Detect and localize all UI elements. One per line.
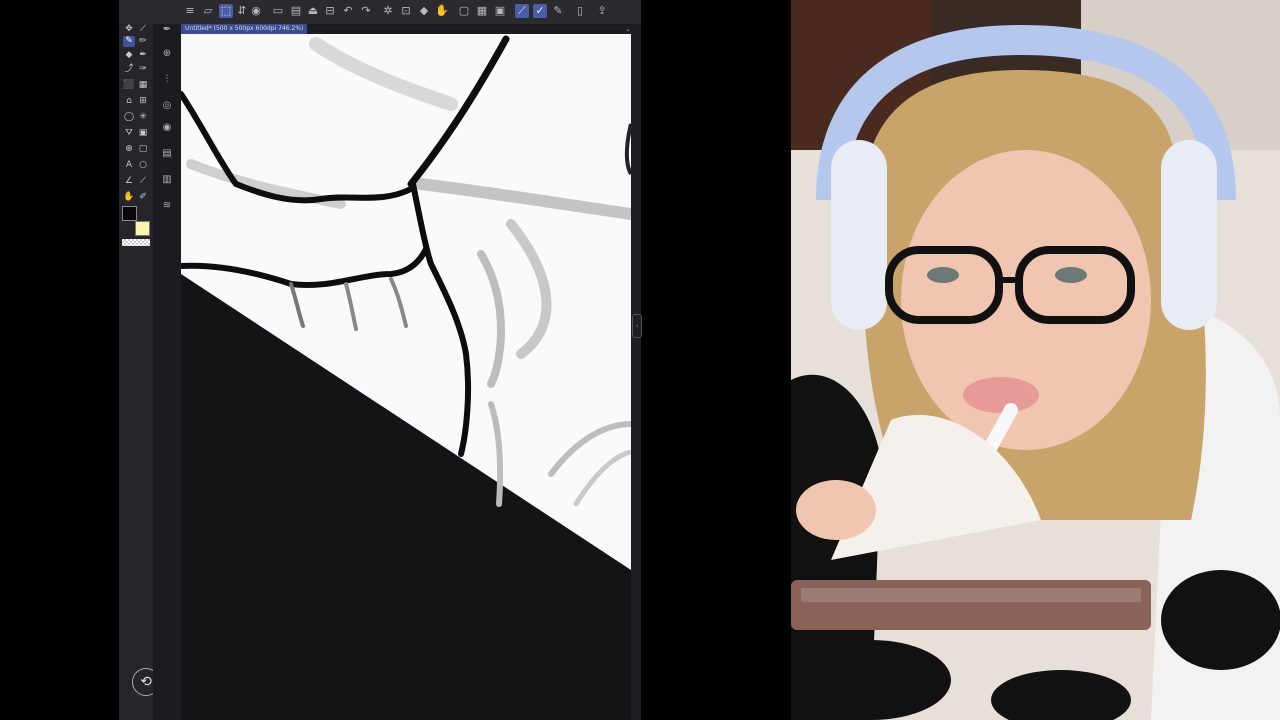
tone-tool-icon[interactable]: ▣ xyxy=(137,128,149,139)
ruler-icon[interactable]: ▢ xyxy=(457,4,471,18)
frame-icon[interactable]: ▣ xyxy=(493,4,507,18)
blend-tool-icon[interactable]: ⌂ xyxy=(123,96,135,107)
frame-tool-icon[interactable]: ⊞ xyxy=(137,96,149,107)
pencil-tool-icon[interactable]: ✏ xyxy=(137,36,149,47)
transparent-color-swatch[interactable] xyxy=(122,239,150,246)
drawing-canvas[interactable] xyxy=(181,34,631,720)
magic-wand-icon[interactable]: ✳ xyxy=(137,112,149,123)
stack-icon[interactable]: ≋ xyxy=(161,200,173,212)
menu-icon[interactable]: ≡ xyxy=(183,4,197,18)
brush-tool-icon[interactable]: ✎ xyxy=(123,36,135,47)
redo-icon[interactable]: ↷ xyxy=(359,4,373,18)
main-color-swatch[interactable] xyxy=(122,206,137,221)
edit-icon[interactable]: ✎ xyxy=(551,4,565,18)
layer-icon[interactable]: ⊟ xyxy=(323,4,337,18)
eraser-tool-icon[interactable]: ◆ xyxy=(123,50,135,61)
line-tool-icon[interactable]: ⟋ xyxy=(137,176,149,187)
rectangle-tool-icon[interactable]: ▢ xyxy=(137,144,149,155)
select-icon[interactable]: ⬚ xyxy=(219,4,233,18)
hand-tool-icon[interactable]: ✋ xyxy=(123,192,135,203)
marker-tool-icon[interactable]: ✒ xyxy=(137,50,149,61)
crop-icon[interactable]: ⊡ xyxy=(399,4,413,18)
magnify-tool-icon[interactable]: ⊕ xyxy=(123,144,135,155)
tool-property-icon[interactable]: ⫶ xyxy=(161,74,173,86)
settings-icon[interactable]: ✲ xyxy=(381,4,395,18)
ruler-tool-icon[interactable]: ∠ xyxy=(123,176,135,187)
open-icon[interactable]: ▤ xyxy=(289,4,303,18)
snapshot-icon[interactable]: ◉ xyxy=(249,4,263,18)
gradient-tool-icon[interactable]: ▦ xyxy=(137,80,149,91)
layers-icon[interactable]: ▤ xyxy=(161,148,173,160)
brush-icon[interactable]: ⟋ xyxy=(515,4,529,18)
rotate-icon[interactable]: ⇵ xyxy=(235,4,249,18)
tool-palette: ✥ ⟋ ✎ ✏ ◆ ✒ ⤴ ✑ ⬛ ▦ ⌂ ⊞ ◯ ✳ ⛛ ▣ ⊕ ▢ A ○ … xyxy=(119,24,160,720)
webcam-overlay xyxy=(791,0,1280,720)
eyedropper-tool-icon[interactable]: ✐ xyxy=(137,192,149,203)
fill-icon[interactable]: ◆ xyxy=(417,4,431,18)
undo-icon[interactable]: ↶ xyxy=(341,4,355,18)
hand-icon[interactable]: ✋ xyxy=(435,4,449,18)
sub-color-swatch[interactable] xyxy=(135,221,150,236)
fill-tool-icon[interactable]: ⬛ xyxy=(123,80,135,91)
materials-icon[interactable]: ▥ xyxy=(161,174,173,186)
panel-handle-icon[interactable]: ‹ xyxy=(632,314,642,338)
bookmark-icon[interactable]: ▯ xyxy=(573,4,587,18)
move-tool-icon[interactable]: ✥ xyxy=(123,24,135,35)
navigator-icon[interactable]: ◎ xyxy=(161,100,173,112)
save-icon[interactable]: ⏏ xyxy=(306,4,320,18)
sub-tool-icon[interactable]: ⊕ xyxy=(161,48,173,60)
pen-icon[interactable]: ✓ xyxy=(533,4,547,18)
top-toolbar: ≡ ▱ ⬚ ⇵ ◉ ▭ ▤ ⏏ ⊟ ↶ ↷ ✲ ⊡ ◆ ✋ ▢ ▦ ▣ ⟋ ✓ … xyxy=(119,0,641,25)
new-file-icon[interactable]: ▭ xyxy=(271,4,285,18)
search-icon[interactable]: ◉ xyxy=(161,122,173,134)
pen-tool-icon[interactable]: ⟋ xyxy=(137,24,149,35)
pen-settings-icon[interactable]: ✒ xyxy=(161,24,173,36)
webcam-person-image xyxy=(791,0,1280,720)
text-tool-icon[interactable]: A xyxy=(123,160,135,171)
document-tab-bar: Untitled* (500 x 500px 600dpi 746.2%) ⌄ xyxy=(181,24,631,34)
canvas-artwork xyxy=(181,34,631,720)
bucket-tool-icon[interactable]: ⛛ xyxy=(123,128,135,139)
grid-icon[interactable]: ▦ xyxy=(475,4,489,18)
decoration-tool-icon[interactable]: ✑ xyxy=(137,64,149,75)
share-icon[interactable]: ⇪ xyxy=(595,4,609,18)
right-edge-bar xyxy=(631,24,641,720)
transform-icon[interactable]: ▱ xyxy=(201,4,215,18)
airbrush-tool-icon[interactable]: ⤴ xyxy=(123,64,135,75)
drawing-app: ≡ ▱ ⬚ ⇵ ◉ ▭ ▤ ⏏ ⊟ ↶ ↷ ✲ ⊡ ◆ ✋ ▢ ▦ ▣ ⟋ ✓ … xyxy=(119,0,642,720)
balloon-tool-icon[interactable]: ○ xyxy=(137,160,149,171)
document-tab[interactable]: Untitled* (500 x 500px 600dpi 746.2%) xyxy=(181,24,308,34)
command-bar: ✒ ⊕ ⫶ ◎ ◉ ▤ ▥ ≋ xyxy=(153,24,181,720)
lasso-tool-icon[interactable]: ◯ xyxy=(123,112,135,123)
